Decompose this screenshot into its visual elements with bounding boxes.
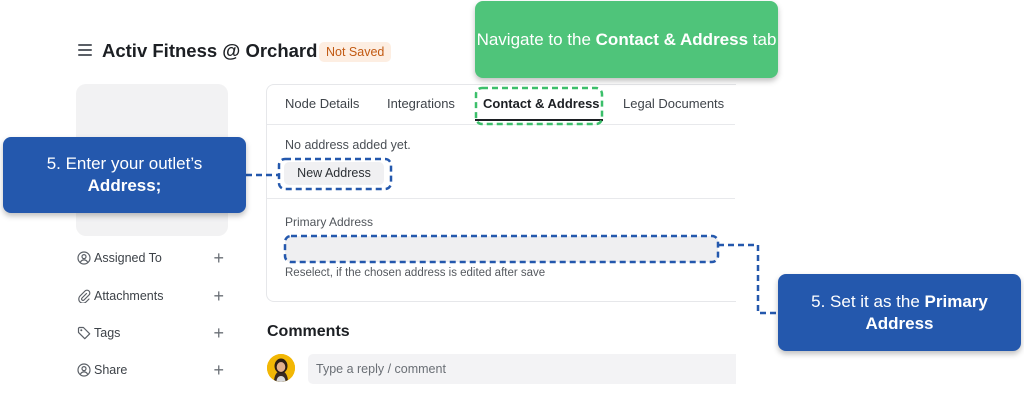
callout-navigate-tab: Navigate to the Contact & Address tab bbox=[475, 1, 778, 78]
callout-text: 5. Set it as the bbox=[811, 291, 925, 311]
tab-contact-address[interactable]: Contact & Address bbox=[483, 96, 600, 111]
tag-icon bbox=[76, 326, 91, 341]
menu-icon[interactable] bbox=[78, 44, 92, 58]
add-assignee-button[interactable]: + bbox=[213, 246, 224, 270]
primary-address-label: Primary Address bbox=[285, 215, 374, 229]
callout-text: tab bbox=[748, 29, 777, 49]
sidebar-item-tags[interactable]: Tags + bbox=[76, 321, 228, 345]
share-user-icon bbox=[76, 363, 91, 378]
callout-text: Navigate to the bbox=[476, 29, 596, 49]
new-address-button[interactable]: New Address bbox=[284, 162, 384, 185]
user-avatar-icon bbox=[267, 354, 295, 382]
status-badge: Not Saved bbox=[319, 42, 392, 62]
tab-legal-documents[interactable]: Legal Documents bbox=[623, 96, 724, 111]
sidebar-item-label: Share bbox=[94, 363, 128, 377]
callout-primary-address: 5. Set it as the Primary Address bbox=[778, 274, 1021, 351]
user-plus-icon bbox=[76, 251, 91, 266]
callout-bold-text: Contact & Address bbox=[595, 29, 749, 49]
add-tag-button[interactable]: + bbox=[213, 321, 224, 345]
tabs-divider bbox=[267, 124, 735, 125]
sidebar-item-share[interactable]: Share + bbox=[76, 358, 228, 382]
primary-address-hint: Reselect, if the chosen address is edite… bbox=[285, 267, 546, 279]
comment-input[interactable] bbox=[308, 354, 736, 384]
primary-address-select[interactable] bbox=[285, 236, 718, 262]
tab-node-details[interactable]: Node Details bbox=[285, 96, 359, 111]
sidebar-item-attachments[interactable]: Attachments + bbox=[76, 284, 228, 308]
sidebar-item-assigned-to[interactable]: Assigned To + bbox=[76, 246, 228, 270]
section-divider bbox=[267, 198, 735, 199]
sidebar-item-label: Assigned To bbox=[94, 251, 162, 265]
tab-integrations[interactable]: Integrations bbox=[387, 96, 455, 111]
no-address-message: No address added yet. bbox=[285, 138, 411, 152]
callout-bold-text: Address; bbox=[87, 176, 162, 195]
comments-heading: Comments bbox=[267, 323, 350, 340]
sidebar-item-label: Tags bbox=[94, 326, 121, 340]
sidebar-item-label: Attachments bbox=[94, 289, 164, 303]
callout-enter-address: 5. Enter your outlet’s Address; bbox=[3, 137, 246, 213]
active-tab-indicator bbox=[475, 119, 603, 121]
avatar bbox=[267, 354, 295, 382]
add-share-button[interactable]: + bbox=[213, 358, 224, 382]
add-attachment-button[interactable]: + bbox=[213, 284, 224, 308]
paperclip-icon bbox=[76, 289, 91, 304]
page-title: Activ Fitness @ Orchard bbox=[102, 40, 318, 61]
callout-text: 5. Enter your outlet’s bbox=[46, 154, 203, 173]
